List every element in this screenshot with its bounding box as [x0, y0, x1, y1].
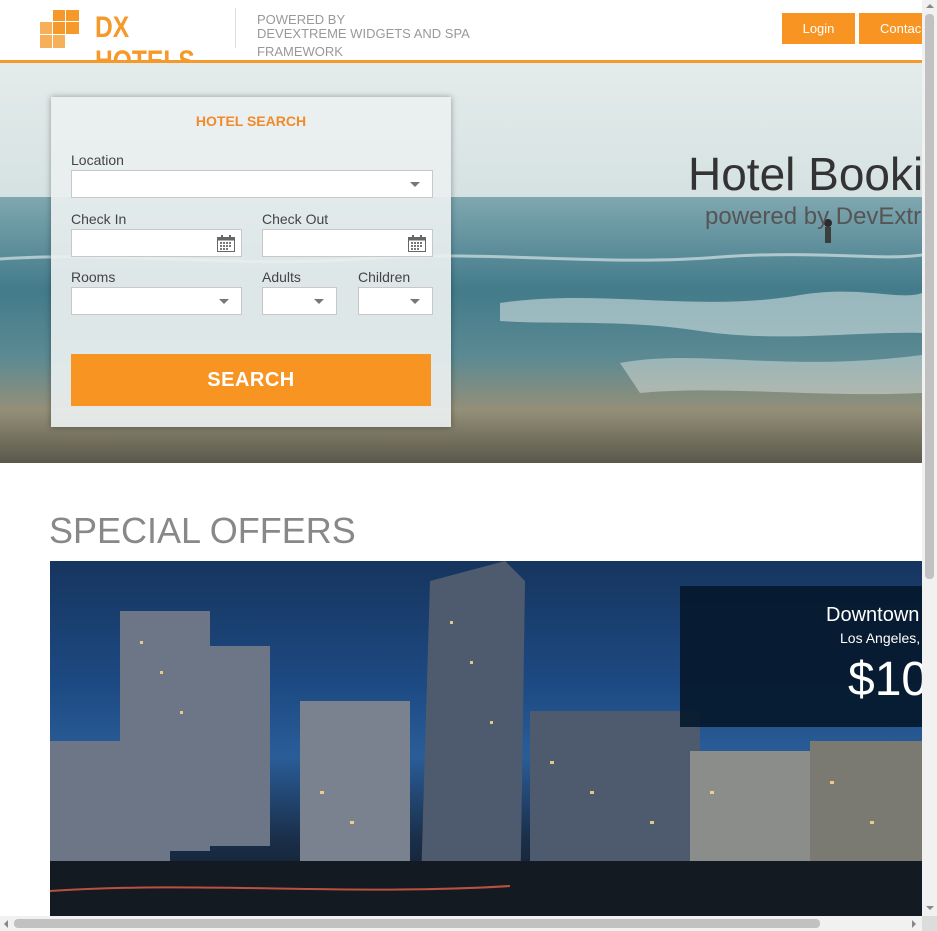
location-select[interactable] [71, 170, 433, 198]
rooms-select[interactable] [71, 287, 242, 315]
special-offers-title: SPECIAL OFFERS [49, 510, 356, 551]
children-label: Children [358, 269, 411, 285]
children-select[interactable] [358, 287, 433, 315]
adults-label: Adults [262, 269, 301, 285]
scroll-down-icon[interactable] [926, 906, 934, 910]
logo[interactable]: DX HOTELS [40, 10, 220, 78]
location-label: Location [71, 152, 124, 168]
check-out-input[interactable] [262, 229, 433, 257]
horizontal-scrollbar[interactable] [0, 916, 922, 931]
scrollbar-corner [922, 916, 937, 931]
adults-select[interactable] [262, 287, 337, 315]
chevron-down-icon [410, 182, 420, 187]
chevron-down-icon [219, 299, 229, 304]
check-in-input[interactable] [71, 229, 242, 257]
hotel-search-title: HOTEL SEARCH [195, 113, 307, 129]
vertical-scrollbar[interactable] [922, 0, 937, 916]
header: DX HOTELS POWERED BY DEVEXTREME WIDGETS … [0, 0, 922, 78]
offer-price: $10 [848, 653, 922, 706]
calendar-icon[interactable] [217, 235, 235, 252]
rooms-label: Rooms [71, 269, 116, 285]
offer-card[interactable]: Downtown Los Angeles, $10 [50, 561, 922, 916]
check-out-label: Check Out [262, 211, 329, 227]
powered-line-2: DEVEXTREME WIDGETS AND SPA [257, 26, 470, 41]
offer-hotel-name: Downtown [826, 604, 920, 626]
header-divider [235, 8, 236, 48]
powered-by-text: POWERED BY DEVEXTREME WIDGETS AND SPA FR… [257, 12, 497, 60]
chevron-down-icon [314, 299, 324, 304]
scroll-right-icon[interactable] [912, 920, 916, 928]
page: DX HOTELS POWERED BY DEVEXTREME WIDGETS … [0, 0, 922, 916]
chevron-down-icon [410, 299, 420, 304]
scroll-left-icon[interactable] [4, 920, 8, 928]
logo-icon [40, 10, 79, 48]
calendar-icon[interactable] [408, 235, 426, 252]
search-button[interactable]: SEARCH [71, 354, 431, 406]
vertical-scroll-thumb[interactable] [925, 14, 934, 579]
offer-location: Los Angeles, [840, 630, 921, 646]
offer-info-panel: Downtown Los Angeles, $10 [680, 586, 922, 727]
login-button[interactable]: Login [782, 13, 855, 44]
hero-title: Hotel Booki [688, 148, 922, 200]
contact-button[interactable]: Contac [859, 13, 922, 44]
horizontal-scroll-thumb[interactable] [14, 919, 820, 928]
hero-subtitle: powered by DevExtr [705, 203, 922, 230]
check-in-label: Check In [71, 211, 127, 227]
hotel-search-card: HOTEL SEARCH Location Check In Check Out [51, 97, 451, 427]
scroll-up-icon[interactable] [926, 4, 934, 8]
powered-line-3: FRAMEWORK [257, 44, 343, 59]
